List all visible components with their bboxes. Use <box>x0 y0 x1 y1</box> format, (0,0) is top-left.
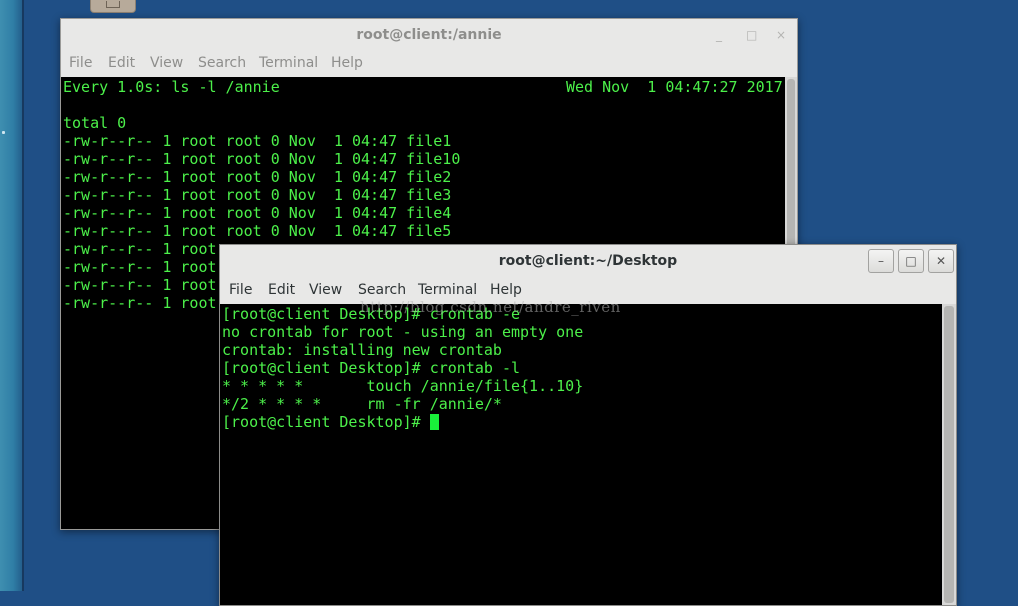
menu-search[interactable]: Search <box>358 282 406 298</box>
terminal-line: no crontab for root - using an empty one <box>222 323 584 341</box>
titlebar[interactable]: root@client:~/Desktop – □ ✕ <box>220 245 956 275</box>
menu-help[interactable]: Help <box>490 282 522 298</box>
maximize-button[interactable]: □ <box>898 249 924 273</box>
window-title: root@client:~/Desktop <box>498 253 678 269</box>
menu-file[interactable]: File <box>229 282 252 298</box>
terminal-line: -rw-r--r-- 1 root <box>63 294 217 312</box>
scrollbar[interactable] <box>942 304 956 605</box>
terminal-line: */2 * * * * rm -fr /annie/* <box>222 395 502 413</box>
terminal-line: -rw-r--r-- 1 root <box>63 240 217 258</box>
terminal-line: -rw-r--r-- 1 root root 0 Nov 1 04:47 fil… <box>63 222 452 240</box>
menu-edit[interactable]: Edit <box>108 55 135 71</box>
desktop-panel-edge <box>22 0 24 591</box>
menu-view[interactable]: View <box>309 282 342 298</box>
terminal-line: -rw-r--r-- 1 root root 0 Nov 1 04:47 fil… <box>63 132 452 150</box>
terminal-line: [root@client Desktop]# crontab -l <box>222 359 521 377</box>
titlebar[interactable]: root@client:/annie _ □ × <box>61 19 797 49</box>
menu-file[interactable]: File <box>69 55 92 71</box>
minimize-icon[interactable]: _ <box>716 28 722 42</box>
terminal-prompt: [root@client Desktop]# <box>222 413 430 431</box>
terminal-line: -rw-r--r-- 1 root <box>63 258 217 276</box>
desktop-marker <box>2 131 5 134</box>
terminal-prompt-line[interactable]: [root@client Desktop]# <box>222 413 439 431</box>
menu-edit[interactable]: Edit <box>268 282 295 298</box>
watch-header-command: Every 1.0s: ls -l /annie <box>63 78 280 96</box>
terminal-line: -rw-r--r-- 1 root root 0 Nov 1 04:47 fil… <box>63 150 461 168</box>
terminal-line: -rw-r--r-- 1 root <box>63 276 217 294</box>
terminal-line: -rw-r--r-- 1 root root 0 Nov 1 04:47 fil… <box>63 168 452 186</box>
menu-search[interactable]: Search <box>198 55 246 71</box>
text-cursor <box>429 414 439 430</box>
menu-terminal[interactable]: Terminal <box>418 282 477 298</box>
menu-terminal[interactable]: Terminal <box>259 55 318 71</box>
terminal-line: crontab: installing new crontab <box>222 341 502 359</box>
terminal-line: -rw-r--r-- 1 root root 0 Nov 1 04:47 fil… <box>63 186 452 204</box>
minimize-button[interactable]: – <box>868 249 894 273</box>
watch-header-time: Wed Nov 1 04:47:27 2017 <box>566 78 783 96</box>
menu-view[interactable]: View <box>150 55 183 71</box>
close-button[interactable]: ✕ <box>928 249 954 273</box>
terminal-output[interactable]: [root@client Desktop]# crontab -e no cro… <box>220 304 942 605</box>
maximize-icon[interactable]: □ <box>746 28 757 42</box>
menubar: File Edit View Search Terminal Help <box>61 55 797 77</box>
watermark-text: http://blog.csdn.net/andre_riven <box>360 298 621 316</box>
desktop-trash-icon[interactable] <box>90 0 136 13</box>
desktop-left-panel <box>0 0 22 591</box>
close-icon[interactable]: × <box>776 28 786 42</box>
window-title: root@client:/annie <box>356 27 502 43</box>
terminal-line: -rw-r--r-- 1 root root 0 Nov 1 04:47 fil… <box>63 204 452 222</box>
scrollbar-thumb[interactable] <box>944 306 954 603</box>
terminal-line: * * * * * touch /annie/file{1..10} <box>222 377 584 395</box>
terminal-line: total 0 <box>63 114 127 132</box>
menu-help[interactable]: Help <box>331 55 363 71</box>
